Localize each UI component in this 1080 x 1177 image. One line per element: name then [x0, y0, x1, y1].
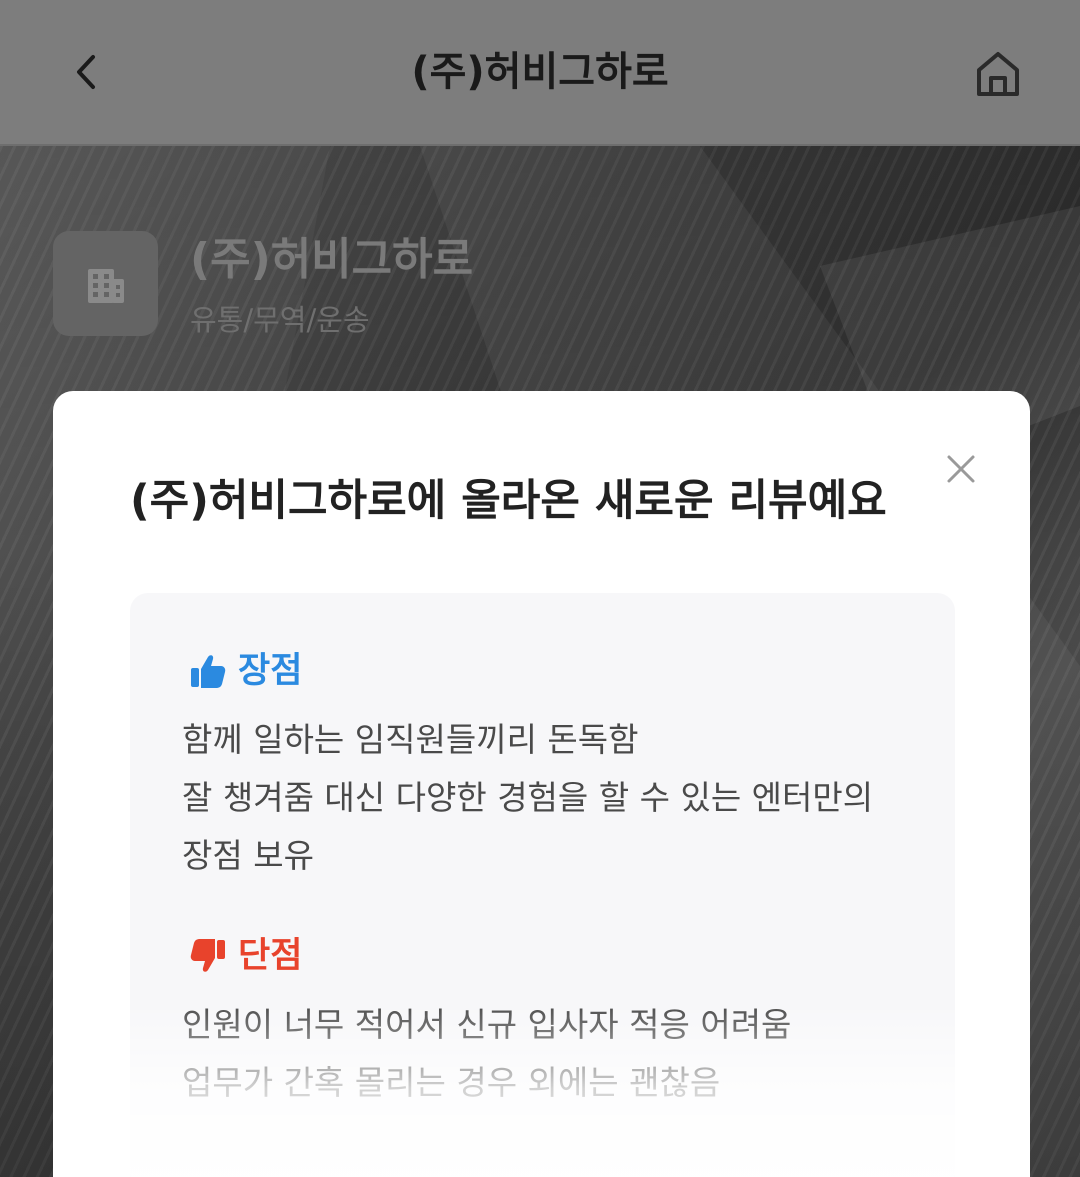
- modal-title: (주)허비그하로에 올라온 새로운 리뷰예요: [130, 476, 887, 526]
- page-title: (주)허비그하로: [411, 49, 669, 95]
- app-screen: (주)허비그하로 (주)허비그하로 유통/무역/운송 (주)허비그하로에 올라온…: [0, 0, 1080, 1177]
- review-card: 장점 함께 일하는 임직원들끼리 돈독함 잘 챙겨줌 대신 다양한 경험을 할 …: [130, 593, 955, 1177]
- cons-text: 인원이 너무 적어서 신규 입사자 적응 어려움 업무가 간혹 몰리는 경우 외…: [182, 996, 922, 1112]
- home-button[interactable]: [966, 42, 1030, 106]
- pros-text: 함께 일하는 임직원들끼리 돈독함 잘 챙겨줌 대신 다양한 경험을 할 수 있…: [182, 711, 922, 885]
- close-button[interactable]: [941, 449, 981, 489]
- thumbs-down-icon: [190, 939, 225, 972]
- cons-label: 단점: [238, 936, 303, 976]
- cons-heading: 단점: [188, 931, 302, 981]
- pros-label: 장점: [238, 651, 303, 691]
- thumbs-up-icon: [191, 655, 226, 688]
- company-name: (주)허비그하로: [190, 234, 474, 285]
- company-logo: [53, 231, 158, 336]
- cons-line: 업무가 간혹 몰리는 경우 외에는 괜찮음: [182, 1063, 721, 1102]
- pros-line: 잘 챙겨줌 대신 다양한 경험을 할 수 있는 엔터만의: [182, 778, 874, 817]
- cons-line: 인원이 너무 적어서 신규 입사자 적응 어려움: [182, 1005, 792, 1044]
- new-review-modal: (주)허비그하로에 올라온 새로운 리뷰예요 장점 함께 일하는 임직원들끼리 …: [53, 391, 1030, 1177]
- pros-line: 장점 보유: [182, 836, 314, 875]
- home-icon: [977, 52, 1019, 96]
- pros-heading: 장점: [188, 646, 302, 696]
- top-app-bar: (주)허비그하로: [0, 0, 1080, 146]
- close-icon: [947, 455, 975, 483]
- building-icon: [87, 268, 124, 303]
- pros-line: 함께 일하는 임직원들끼리 돈독함: [182, 720, 639, 759]
- company-category: 유통/무역/운송: [190, 303, 370, 337]
